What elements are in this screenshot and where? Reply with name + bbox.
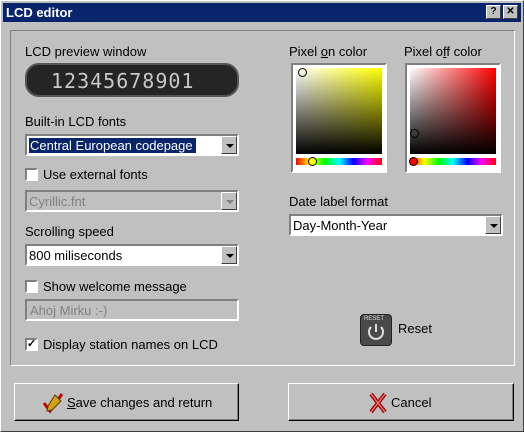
help-icon: ?: [490, 6, 497, 17]
use-external-fonts-checkbox[interactable]: [25, 168, 38, 181]
window-title: LCD editor: [6, 5, 73, 20]
lcd-preview-text: 12345678901: [51, 69, 195, 93]
close-button[interactable]: ✕: [503, 5, 518, 19]
check-icon: ✓: [27, 338, 37, 350]
chevron-down-icon[interactable]: [221, 136, 237, 154]
welcome-message-value: Ahoj Mirku :-): [30, 303, 108, 318]
cancel-x-icon: [369, 392, 387, 414]
pixel-on-color-picker[interactable]: [291, 63, 387, 173]
reset-icon[interactable]: RESET: [360, 314, 392, 346]
builtin-fonts-select[interactable]: Central European codepage: [25, 134, 239, 156]
scrolling-speed-value: 800 miliseconds: [29, 248, 123, 263]
cancel-label: Cancel: [391, 395, 432, 410]
station-names-label: Display station names on LCD: [43, 337, 218, 352]
external-fonts-value: Cyrillic.fnt: [29, 194, 86, 209]
pixel-on-square-marker[interactable]: [298, 68, 307, 77]
lcd-preview-display: 12345678901: [25, 63, 239, 97]
lcd-editor-window: LCD editor ? ✕ LCD preview window 123456…: [0, 0, 524, 432]
scrolling-speed-select[interactable]: 800 miliseconds: [25, 244, 239, 266]
station-names-checkbox[interactable]: ✓: [25, 338, 38, 351]
cancel-button[interactable]: Cancel: [288, 383, 514, 421]
save-label-mnemonic: S: [67, 395, 76, 410]
scrolling-speed-label: Scrolling speed: [25, 224, 114, 239]
pixel-on-hue-marker[interactable]: [308, 157, 317, 166]
pixel-off-label: Pixel off color: [404, 44, 482, 59]
date-format-select[interactable]: Day-Month-Year: [289, 214, 503, 236]
lcd-preview-label: LCD preview window: [25, 44, 147, 59]
reset-label[interactable]: Reset: [398, 321, 432, 336]
date-format-value: Day-Month-Year: [293, 218, 388, 233]
show-welcome-label: Show welcome message: [43, 279, 187, 294]
welcome-message-input[interactable]: Ahoj Mirku :-): [25, 299, 239, 321]
external-fonts-select[interactable]: Cyrillic.fnt: [25, 190, 239, 212]
chevron-down-icon[interactable]: [485, 216, 501, 234]
date-format-label: Date label format: [289, 194, 388, 209]
chevron-down-icon[interactable]: [221, 246, 237, 264]
pixel-on-color-square[interactable]: [296, 68, 382, 154]
pixel-on-label: Pixel on color: [289, 44, 368, 59]
pixel-off-color-picker[interactable]: [405, 63, 501, 173]
save-label: ave changes and return: [75, 395, 213, 410]
power-icon: [368, 324, 384, 340]
help-button[interactable]: ?: [486, 5, 501, 19]
checkmark-pen-icon: [42, 393, 64, 414]
pixel-off-color-square[interactable]: [410, 68, 496, 154]
title-bar: LCD editor ? ✕: [3, 3, 521, 22]
pixel-off-hue-marker[interactable]: [409, 157, 418, 166]
use-external-fonts-label: Use external fonts: [43, 167, 148, 182]
builtin-fonts-value: Central European codepage: [28, 137, 197, 154]
pixel-off-hue-bar[interactable]: [410, 158, 496, 165]
builtin-fonts-label: Built-in LCD fonts: [25, 114, 127, 129]
show-welcome-checkbox[interactable]: [25, 280, 38, 293]
pixel-off-square-marker[interactable]: [410, 129, 419, 138]
save-button[interactable]: Save changes and return: [14, 383, 239, 421]
close-icon: ✕: [506, 6, 515, 17]
chevron-down-icon[interactable]: [221, 192, 237, 210]
